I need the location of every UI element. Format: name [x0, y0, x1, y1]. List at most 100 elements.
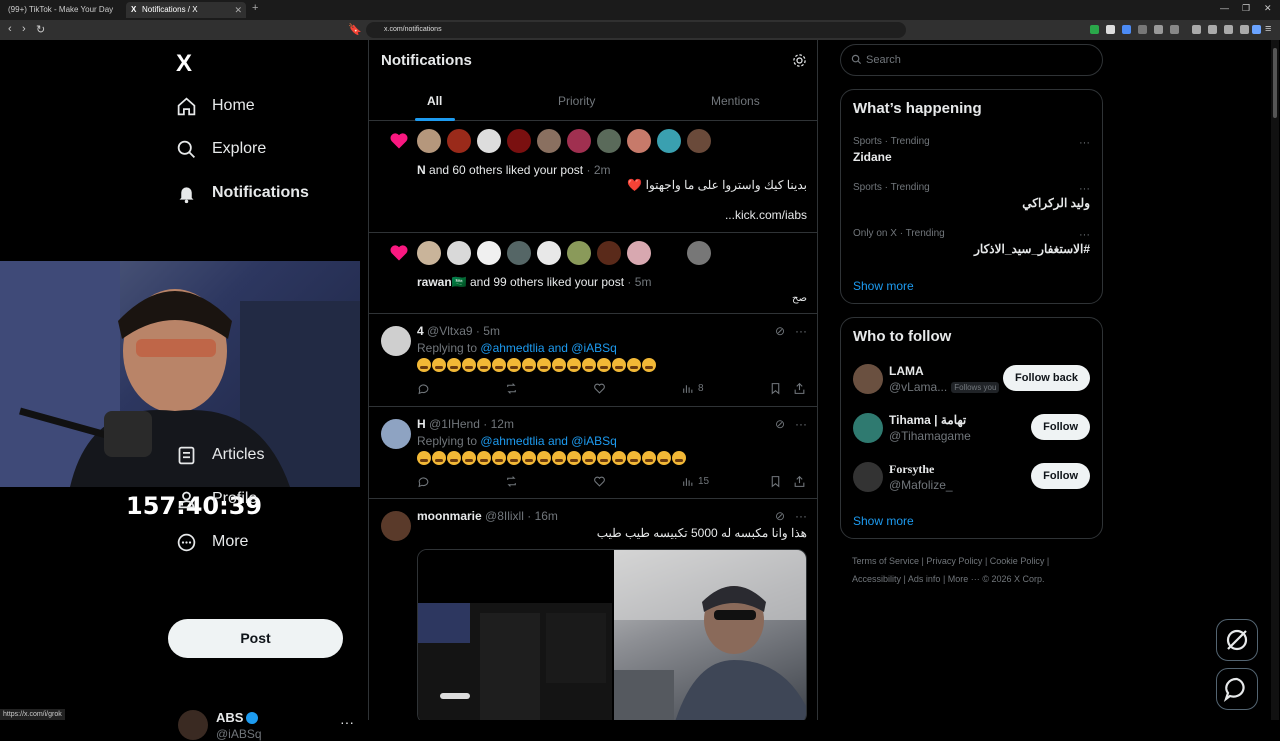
author-handle[interactable]: @1IHend — [429, 417, 480, 431]
author-name[interactable]: moonmarie — [417, 509, 482, 523]
account-avatar[interactable] — [178, 710, 208, 740]
author-name[interactable]: 4 — [417, 324, 424, 338]
more-icon[interactable]: ··· — [795, 509, 807, 523]
avatar[interactable] — [477, 129, 501, 153]
nav-home[interactable]: Home — [176, 91, 255, 121]
browser-tab-notifications[interactable]: X Notifications / X ✕ — [126, 2, 246, 18]
tweet-media[interactable] — [417, 549, 807, 720]
tab-mentions[interactable]: Mentions — [711, 94, 760, 108]
reload-icon[interactable]: ↻ — [36, 23, 45, 36]
sidebar-icon[interactable] — [1208, 25, 1217, 34]
media-screenshot-image[interactable] — [418, 550, 612, 720]
nav-explore[interactable]: Explore — [176, 134, 266, 164]
follow-button[interactable]: Follow — [1031, 463, 1090, 489]
follow-handle[interactable]: @vLama... — [889, 380, 947, 394]
avatar[interactable] — [381, 326, 411, 356]
repost-button[interactable] — [505, 475, 518, 488]
media-photo-image[interactable] — [614, 550, 806, 720]
avatar[interactable] — [447, 129, 471, 153]
avatar[interactable] — [657, 129, 681, 153]
grok-icon[interactable]: ⊘ — [775, 324, 785, 338]
share-button[interactable] — [793, 382, 806, 395]
post-preview-link[interactable]: kick.com/iabs... — [725, 208, 807, 222]
footer-link[interactable]: Cookie Policy — [990, 556, 1045, 566]
bookmark-button[interactable] — [769, 475, 782, 488]
actor-name[interactable]: rawan🇸🇦 — [417, 275, 467, 289]
like-notification[interactable]: rawan🇸🇦 and 99 others liked your post · … — [369, 233, 817, 314]
extension-icon[interactable] — [1106, 25, 1115, 34]
forward-icon[interactable]: › — [22, 23, 26, 35]
avatar[interactable] — [477, 241, 501, 265]
messages-button[interactable] — [1216, 668, 1258, 710]
follow-name[interactable]: LAMA — [889, 364, 924, 378]
close-tab-icon[interactable]: ✕ — [234, 2, 242, 18]
footer-link[interactable]: Terms of Service — [852, 556, 919, 566]
account-name-row[interactable]: ABS — [216, 710, 259, 725]
nav-articles[interactable]: Articles — [176, 440, 264, 470]
nav-profile[interactable]: Profile — [176, 484, 257, 514]
tab-all[interactable]: All — [427, 94, 442, 108]
nav-more[interactable]: More — [176, 527, 248, 557]
avatar[interactable] — [567, 241, 591, 265]
avatar[interactable] — [687, 241, 711, 265]
replying-mentions[interactable]: @ahmedtlia and @iABSq — [480, 341, 616, 355]
menu-icon[interactable]: ≡ — [1265, 23, 1271, 35]
timestamp[interactable]: 16m — [535, 509, 558, 523]
avatar[interactable] — [507, 129, 531, 153]
author-handle[interactable]: @8Ilixll — [485, 509, 524, 523]
grok-button[interactable] — [1216, 619, 1258, 661]
timestamp[interactable]: 5m — [483, 324, 500, 338]
tab-priority[interactable]: Priority — [558, 94, 595, 108]
browser-tab-tiktok[interactable]: (99+) TikTok - Make Your Day — [2, 2, 122, 18]
avatar[interactable] — [537, 129, 561, 153]
vpn-icon[interactable] — [1240, 25, 1249, 34]
follow-handle[interactable]: @Tihamagame — [889, 429, 971, 443]
minimize-icon[interactable]: — — [1220, 3, 1229, 13]
restore-icon[interactable]: ❐ — [1242, 3, 1250, 14]
footer-link[interactable]: Privacy Policy — [926, 556, 982, 566]
more-icon[interactable]: ··· — [1079, 183, 1090, 195]
avatar[interactable] — [537, 241, 561, 265]
search-input[interactable]: Search — [840, 44, 1103, 76]
extension-icon[interactable] — [1170, 25, 1179, 34]
share-button[interactable] — [793, 475, 806, 488]
footer-link[interactable]: Ads info — [908, 574, 941, 584]
shield-icon[interactable] — [1252, 25, 1261, 34]
avatar[interactable] — [417, 129, 441, 153]
more-icon[interactable]: ··· — [795, 417, 807, 431]
page-scrollbar[interactable] — [1271, 40, 1279, 720]
more-icon[interactable]: ··· — [1079, 229, 1090, 241]
bookmark-icon[interactable]: 🔖 — [348, 23, 362, 36]
reply-button[interactable] — [417, 382, 430, 395]
replying-mentions[interactable]: @ahmedtlia and @iABSq — [480, 434, 616, 448]
new-tab-icon[interactable]: + — [252, 2, 258, 14]
footer-link[interactable]: Accessibility — [852, 574, 901, 584]
repost-button[interactable] — [505, 382, 518, 395]
avatar[interactable] — [597, 129, 621, 153]
avatar[interactable] — [381, 419, 411, 449]
avatar[interactable] — [567, 129, 591, 153]
avatar[interactable] — [507, 241, 531, 265]
actor-name[interactable]: N — [417, 163, 426, 177]
author-handle[interactable]: @Vltxa9 — [427, 324, 473, 338]
avatar[interactable] — [687, 129, 711, 153]
avatar[interactable] — [853, 413, 883, 443]
mention-tweet[interactable]: moonmarie @8Ilixll · 16m ⊘ ··· هذا وانا … — [369, 499, 817, 720]
follow-handle[interactable]: @Mafolize_ — [889, 478, 953, 492]
avatar[interactable] — [381, 511, 411, 541]
close-window-icon[interactable]: ✕ — [1264, 3, 1272, 14]
back-icon[interactable]: ‹ — [8, 23, 12, 35]
follow-name[interactable]: Tihama | تهامة — [889, 413, 966, 427]
avatar[interactable] — [853, 364, 883, 394]
show-more-link[interactable]: Show more — [853, 279, 914, 293]
author-name[interactable]: H — [417, 417, 426, 431]
reply-tweet[interactable]: H @1IHend · 12m ⊘ ··· Replying to @ahmed… — [369, 407, 817, 499]
media-icon[interactable] — [1192, 25, 1201, 34]
avatar[interactable] — [597, 241, 621, 265]
avatar[interactable] — [417, 241, 441, 265]
scrollbar-thumb[interactable] — [1273, 48, 1277, 118]
follow-name[interactable]: Forsythe — [889, 462, 934, 477]
views-button[interactable]: 15 — [681, 475, 709, 488]
extension-icon[interactable] — [1138, 25, 1147, 34]
views-button[interactable]: 8 — [681, 382, 704, 395]
